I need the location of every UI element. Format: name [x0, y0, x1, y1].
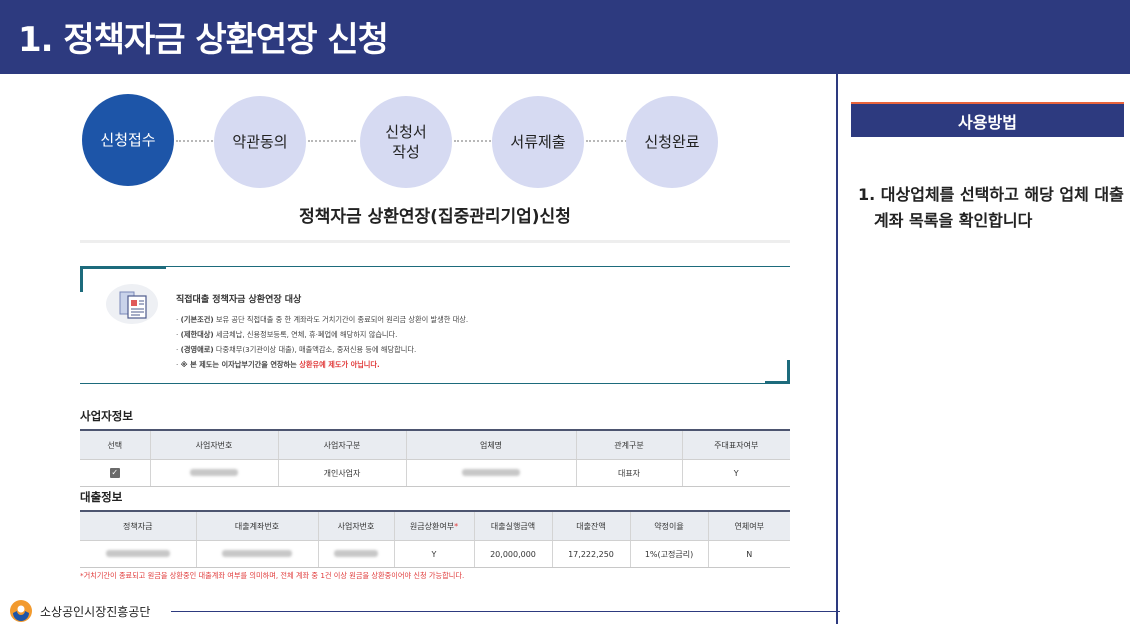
step-2-label: 약관동의: [232, 133, 288, 151]
step-1: 신청접수: [82, 94, 174, 186]
column-header: 주대표자여부: [681, 429, 790, 460]
step-5: 신청완료: [626, 96, 718, 188]
vertical-divider: [836, 74, 838, 624]
column-header: 연체여부: [707, 510, 790, 541]
required-mark: *: [454, 521, 459, 531]
step-4: 서류제출: [492, 96, 584, 188]
column-header: 대출실행금액: [473, 510, 552, 541]
redacted-value: [190, 468, 238, 476]
column-header: 약정이율: [629, 510, 708, 541]
business-number-cell: [317, 540, 394, 568]
redacted-value: [105, 549, 170, 557]
select-cell: ✓: [80, 459, 150, 487]
notice-item-prefix: (기본조건): [180, 315, 214, 324]
column-header: 선택: [80, 429, 150, 460]
usage-instruction: 1. 대상업체를 선택하고 해당 업체 대출계좌 목록을 확인합니다: [858, 185, 1124, 230]
step-1-label: 신청접수: [100, 131, 156, 149]
step-3-label: 신청서 작성: [385, 123, 427, 161]
step-connector: [454, 140, 494, 142]
column-header: 사업자번호: [149, 429, 278, 460]
column-header: 관계구분: [575, 429, 682, 460]
notice-item-prefix: (제한대상): [180, 330, 214, 339]
notice-border: [80, 266, 790, 267]
page-header: 1. 정책자금 상환연장 신청: [0, 0, 1130, 74]
notice-item-text: 보유 공단 직접대출 중 한 계좌라도 거치기간이 종료되어 원리금 상환이 발…: [213, 315, 469, 324]
column-header: 사업자번호: [317, 510, 394, 541]
org-name: 소상공인시장진흥공단: [40, 605, 151, 619]
repaid-cell: Y: [393, 540, 474, 568]
redacted-value: [334, 549, 378, 557]
rate-cell: 1%(고정금리): [629, 540, 708, 568]
notice-warning: · ※ 본 제도는 이자납부기간을 연장하는 상환유예 제도가 아닙니다.: [176, 360, 380, 369]
overdue-cell: N: [707, 540, 790, 568]
notice-item-text: 세금체납, 신용정보등록, 연체, 휴·폐업에 해당하지 않습니다.: [213, 330, 398, 339]
account-number-cell: [195, 540, 318, 568]
usage-header: 사용방법: [851, 102, 1124, 137]
notice-item-prefix: (경영애로): [180, 345, 214, 354]
notice-border-accent: [787, 360, 790, 384]
notice-border-accent: [80, 266, 166, 269]
notice-list: · (기본조건) 보유 공단 직접대출 중 한 계좌라도 거치기간이 종료되어 …: [176, 312, 468, 372]
table-header-row: 선택 사업자번호 사업자구분 업체명 관계구분 주대표자여부: [80, 429, 790, 460]
column-header: 대출계좌번호: [195, 510, 318, 541]
company-name-cell: [405, 459, 576, 487]
footer-divider: [171, 611, 840, 612]
column-header: 사업자구분: [277, 429, 406, 460]
footnote: *거치기간이 종료되고 원금을 상환중인 대출계좌 여부를 의미하며, 전체 계…: [80, 571, 465, 580]
notice-item: · (제한대상) 세금체납, 신용정보등록, 연체, 휴·폐업에 해당하지 않습…: [176, 330, 398, 339]
loan-info-label: 대출정보: [80, 490, 123, 504]
column-header: 원금상환여부*: [393, 510, 474, 541]
notice-item: · (경영애로) 다중채무(3기관이상 대출), 매출액감소, 중저신용 등에 …: [176, 345, 417, 354]
column-header: 대출잔액: [551, 510, 630, 541]
primary-rep-cell: Y: [681, 459, 790, 487]
column-header-text: 원금상환여부: [409, 521, 455, 531]
notice-warning-text: ※ 본 제도는 이자납부기간을 연장하는: [180, 360, 300, 369]
document-icon: [106, 284, 158, 324]
loan-info-table: 정책자금 대출계좌번호 사업자번호 원금상환여부* 대출실행금액 대출잔액 약정…: [80, 510, 790, 568]
table-row[interactable]: ✓ 개인사업자 대표자 Y: [80, 459, 790, 487]
notice-heading: 직접대출 정책자금 상환연장 대상: [176, 295, 302, 305]
step-connector: [308, 140, 356, 142]
form-title: 정책자금 상환연장(집중관리기업)신청: [299, 207, 571, 227]
step-5-label: 신청완료: [644, 133, 700, 151]
redacted-value: [462, 468, 520, 476]
notice-item-text: 다중채무(3기관이상 대출), 매출액감소, 중저신용 등에 해당합니다.: [213, 345, 417, 354]
notice-border: [80, 383, 790, 384]
business-type-cell: 개인사업자: [277, 459, 406, 487]
notice-item: · (기본조건) 보유 공단 직접대출 중 한 계좌라도 거치기간이 종료되어 …: [176, 315, 469, 324]
step-3: 신청서 작성: [360, 96, 452, 188]
business-info-table: 선택 사업자번호 사업자구분 업체명 관계구분 주대표자여부 ✓ 개인사업자 대…: [80, 429, 790, 487]
policy-fund-cell: [80, 540, 196, 568]
notice-border-accent: [80, 266, 83, 292]
redacted-value: [222, 549, 292, 557]
notice-box: 직접대출 정책자금 상환연장 대상 · (기본조건) 보유 공단 직접대출 중 …: [80, 266, 790, 384]
table-row[interactable]: Y 20,000,000 17,222,250 1%(고정금리) N: [80, 540, 790, 568]
column-header: 정책자금: [80, 510, 196, 541]
step-2: 약관동의: [214, 96, 306, 188]
step-4-label: 서류제출: [510, 133, 566, 151]
step-connector: [586, 140, 630, 142]
column-header: 업체명: [405, 429, 576, 460]
page-title: 1. 정책자금 상환연장 신청: [18, 20, 389, 60]
select-checkbox[interactable]: ✓: [109, 468, 120, 478]
org-logo-icon: [9, 599, 33, 623]
balance-cell: 17,222,250: [551, 540, 630, 568]
business-number-cell: [149, 459, 278, 487]
title-divider: [80, 240, 790, 243]
executed-amount-cell: 20,000,000: [473, 540, 552, 568]
table-header-row: 정책자금 대출계좌번호 사업자번호 원금상환여부* 대출실행금액 대출잔액 약정…: [80, 510, 790, 541]
notice-warning-highlight: 상환유예 제도가 아닙니다.: [299, 360, 380, 369]
relation-cell: 대표자: [575, 459, 682, 487]
business-info-label: 사업자정보: [80, 409, 133, 423]
